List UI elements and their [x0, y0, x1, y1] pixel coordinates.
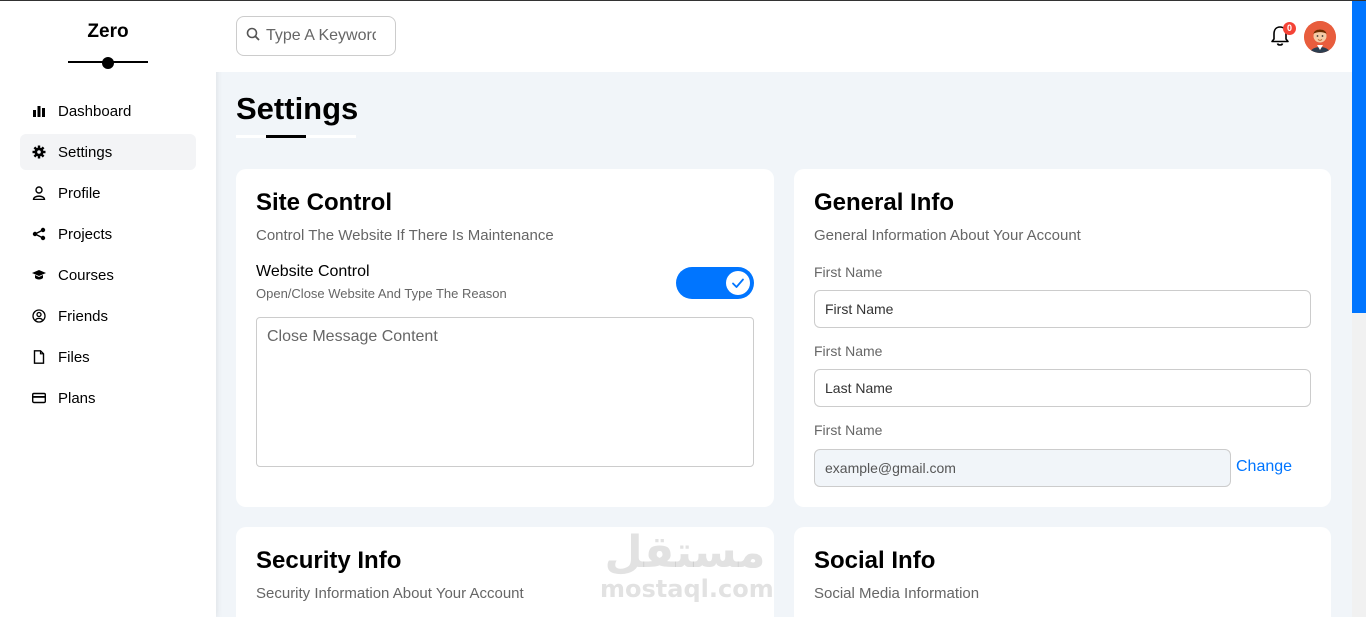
- sidebar-item-label: Friends: [58, 307, 109, 325]
- top-header: 0: [216, 1, 1352, 72]
- last-name-input[interactable]: [814, 369, 1311, 407]
- watermark-latin: mostaql.com: [600, 575, 774, 603]
- credit-card-icon: [32, 391, 46, 405]
- sidebar-nav: Dashboard Settings Profile Projects Cour…: [20, 93, 196, 421]
- gear-icon: [32, 145, 46, 159]
- brand-name: Zero: [87, 21, 129, 42]
- sidebar-item-plans[interactable]: Plans: [20, 380, 196, 416]
- sidebar-item-label: Projects: [58, 225, 113, 243]
- sidebar-item-dashboard[interactable]: Dashboard: [20, 93, 196, 129]
- toggle-knob: [726, 271, 750, 295]
- email-input: [814, 449, 1231, 487]
- user-circle-icon: [32, 309, 46, 323]
- sidebar-item-label: Dashboard: [58, 102, 132, 120]
- sidebar-item-label: Courses: [58, 266, 114, 284]
- sidebar-item-profile[interactable]: Profile: [20, 175, 196, 211]
- first-name-input[interactable]: [814, 290, 1311, 328]
- notification-badge: 0: [1283, 22, 1296, 35]
- sidebar-item-files[interactable]: Files: [20, 339, 196, 375]
- user-icon: [32, 186, 46, 200]
- chart-bar-icon: [32, 104, 46, 118]
- change-email-link[interactable]: Change: [1236, 458, 1292, 476]
- card-description: Social Media Information: [814, 585, 980, 602]
- page-scrollbar[interactable]: [1352, 1, 1366, 617]
- sidebar-item-friends[interactable]: Friends: [20, 298, 196, 334]
- sidebar-item-label: Settings: [58, 143, 113, 161]
- card-description: Control The Website If There Is Maintena…: [256, 227, 554, 244]
- social-info-card: Social Info Social Media Information: [794, 527, 1331, 617]
- avatar[interactable]: [1304, 21, 1336, 53]
- first-name-label: First Name: [814, 264, 883, 280]
- search-box[interactable]: [236, 16, 396, 56]
- card-title: Site Control: [256, 189, 392, 216]
- title-underline-accent: [266, 135, 306, 138]
- card-title: General Info: [814, 189, 955, 216]
- search-input[interactable]: [266, 27, 376, 45]
- email-label: First Name: [814, 422, 883, 438]
- graduation-cap-icon: [32, 268, 46, 282]
- share-icon: [32, 227, 46, 241]
- sidebar: Zero Dashboard Settings Profile Projects…: [0, 1, 216, 617]
- brand-dot: [102, 57, 114, 69]
- search-icon: [246, 27, 266, 46]
- sidebar-item-projects[interactable]: Projects: [20, 216, 196, 252]
- last-name-label: First Name: [814, 343, 883, 359]
- sidebar-item-label: Plans: [58, 389, 96, 407]
- page-title: Settings: [236, 91, 359, 126]
- site-control-card: Site Control Control The Website If Ther…: [236, 169, 774, 507]
- file-icon: [32, 350, 46, 364]
- website-control-toggle[interactable]: [676, 267, 754, 299]
- sidebar-item-courses[interactable]: Courses: [20, 257, 196, 293]
- website-control-row: Website Control Open/Close Website And T…: [256, 263, 754, 301]
- sidebar-item-label: Profile: [58, 184, 101, 202]
- general-info-card: General Info General Information About Y…: [794, 169, 1331, 507]
- card-description: General Information About Your Account: [814, 227, 1081, 244]
- scrollbar-thumb[interactable]: [1352, 1, 1366, 313]
- watermark-arabic: مستقل: [604, 527, 766, 578]
- card-title: Social Info: [814, 547, 936, 574]
- watermark-logo: مستقل mostaql.com: [600, 527, 774, 611]
- sidebar-item-label: Files: [58, 348, 90, 366]
- sidebar-item-settings[interactable]: Settings: [20, 134, 196, 170]
- check-icon: [732, 278, 744, 288]
- close-message-textarea[interactable]: [256, 317, 754, 467]
